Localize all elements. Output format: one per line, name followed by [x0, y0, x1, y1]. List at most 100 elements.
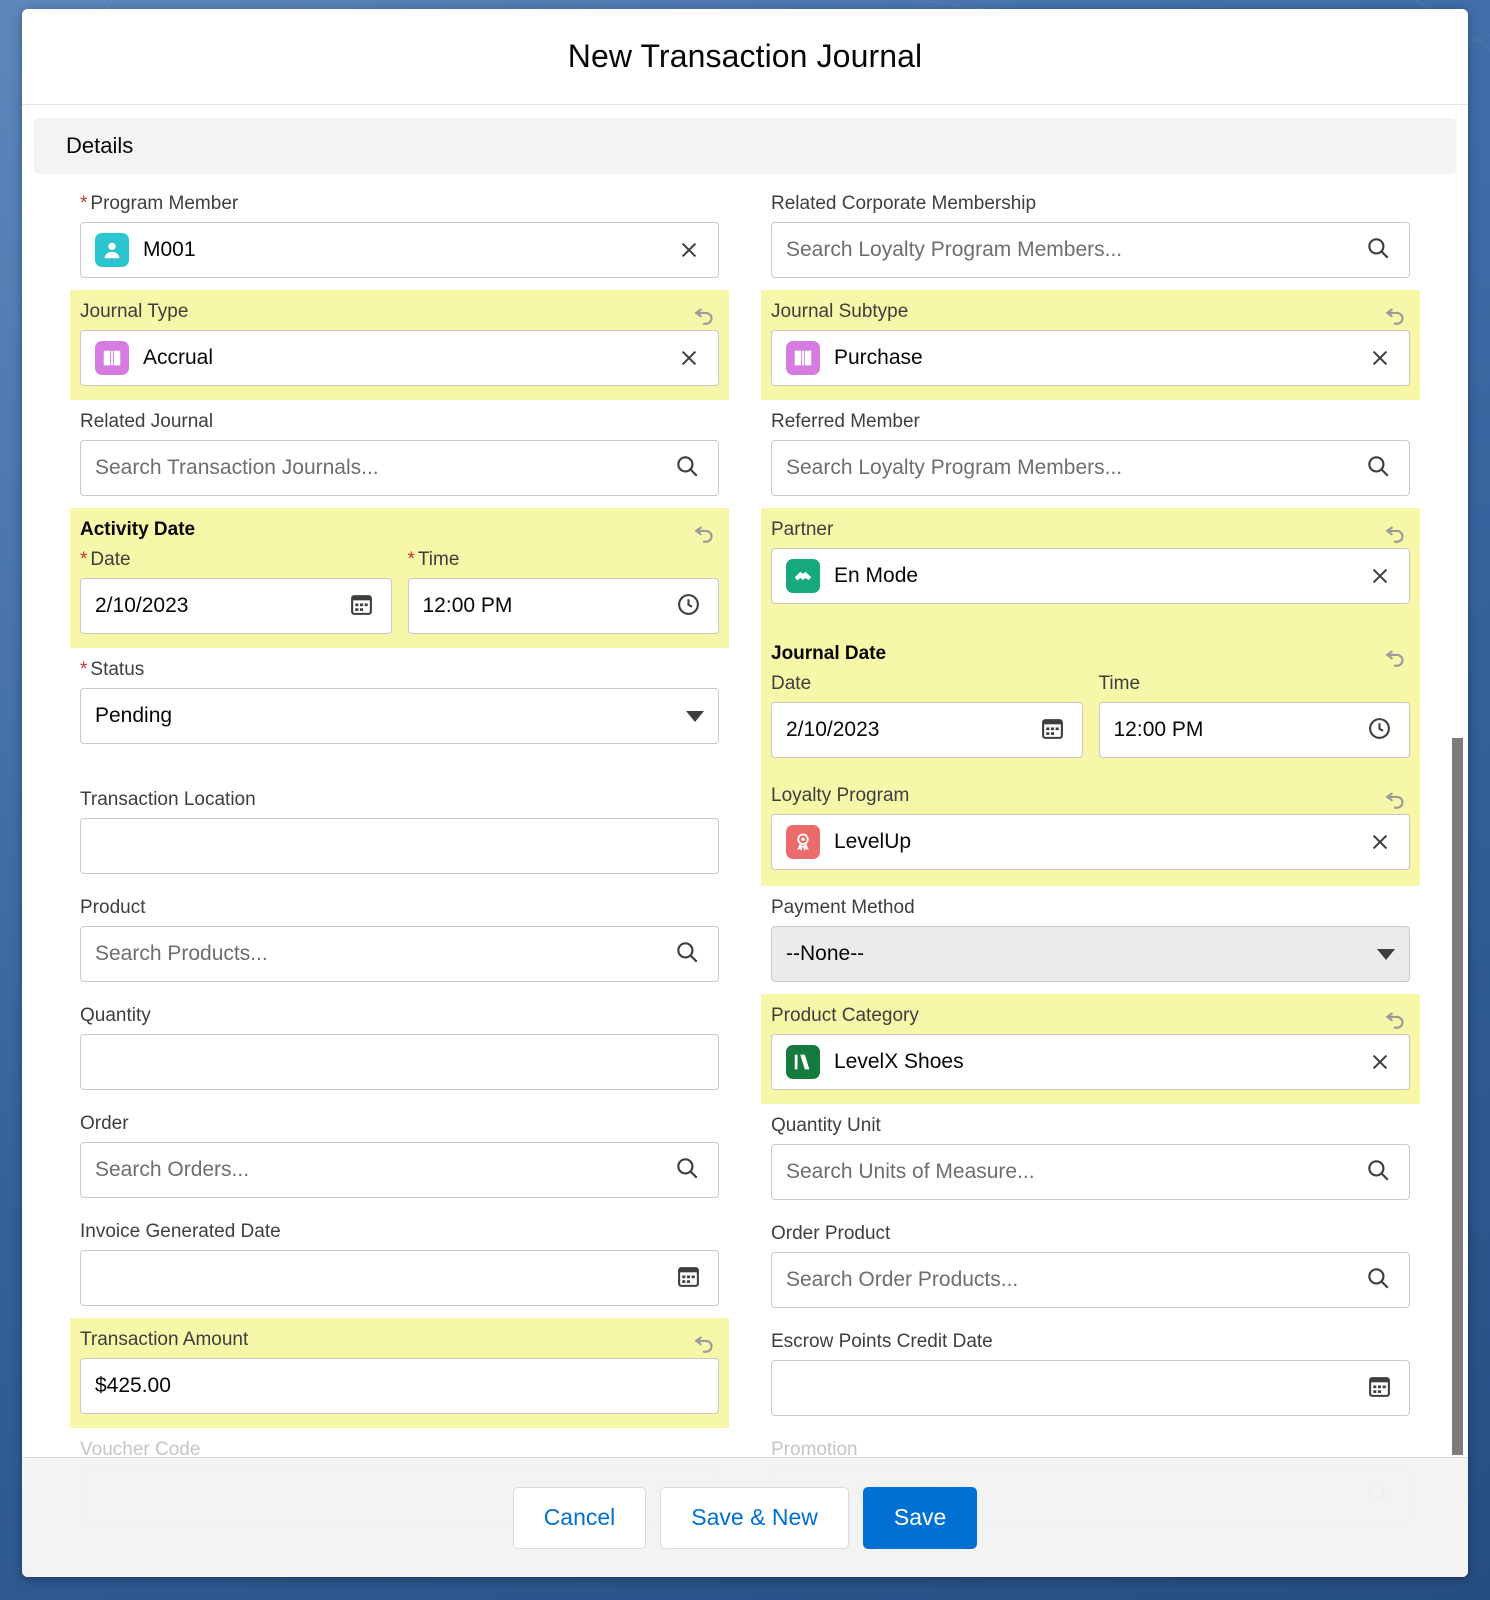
- calendar-icon[interactable]: [676, 1264, 704, 1292]
- label-activity-date-time: * Time: [407, 549, 460, 570]
- label-order: Order: [80, 1113, 129, 1134]
- cancel-button[interactable]: Cancel: [512, 1486, 647, 1549]
- journal-type-input[interactable]: Accrual: [80, 330, 719, 386]
- required-asterisk: *: [80, 549, 88, 570]
- calendar-icon[interactable]: [349, 592, 377, 620]
- field-invoice-generated-date: Invoice Generated Date: [80, 1210, 719, 1318]
- search-icon[interactable]: [674, 939, 704, 969]
- field-related-journal: Related Journal Search Transaction Journ…: [80, 400, 719, 508]
- label-loyalty-program: Loyalty Program: [771, 785, 910, 806]
- calendar-icon[interactable]: [1040, 716, 1068, 744]
- related-journal-placeholder: Search Transaction Journals...: [95, 456, 379, 479]
- modal-header: New Transaction Journal: [22, 9, 1468, 105]
- referred-member-input[interactable]: Search Loyalty Program Members...: [771, 440, 1410, 496]
- journal-book-icon: [95, 341, 129, 375]
- transaction-amount-input[interactable]: $425.00: [80, 1358, 719, 1414]
- clock-icon[interactable]: [1367, 716, 1395, 744]
- clock-icon[interactable]: [676, 592, 704, 620]
- clear-icon[interactable]: [674, 235, 704, 265]
- chevron-down-icon[interactable]: [686, 710, 704, 722]
- label-transaction-amount: Transaction Amount: [80, 1329, 249, 1350]
- field-order-product: Order Product Search Order Products...: [771, 1212, 1410, 1320]
- partner-input[interactable]: En Mode: [771, 548, 1410, 604]
- label-journal-date: Journal Date: [771, 643, 887, 664]
- label-quantity-unit: Quantity Unit: [771, 1115, 881, 1136]
- status-select[interactable]: Pending: [80, 688, 719, 744]
- transaction-amount-value: $425.00: [95, 1374, 171, 1397]
- field-journal-date: Journal Date Date 2/10/2023 Time 12:00 P…: [761, 604, 1420, 758]
- calendar-icon[interactable]: [1367, 1374, 1395, 1402]
- undo-icon[interactable]: [1382, 642, 1410, 670]
- page-title: New Transaction Journal: [567, 38, 923, 74]
- clear-icon[interactable]: [1365, 827, 1395, 857]
- order-input[interactable]: Search Orders...: [80, 1142, 719, 1198]
- label-related-corporate-membership: Related Corporate Membership: [771, 193, 1037, 214]
- search-icon[interactable]: [1365, 1157, 1395, 1187]
- award-ribbon-icon: [786, 825, 820, 859]
- field-transaction-location: Transaction Location: [80, 778, 719, 886]
- clear-icon[interactable]: [1365, 561, 1395, 591]
- payment-method-select[interactable]: --None--: [771, 926, 1410, 982]
- clear-icon[interactable]: [1365, 1047, 1395, 1077]
- product-category-value: LevelX Shoes: [834, 1050, 964, 1073]
- label-invoice-generated-date: Invoice Generated Date: [80, 1221, 281, 1242]
- journal-date-time-input[interactable]: 12:00 PM: [1098, 702, 1410, 758]
- search-icon[interactable]: [1365, 235, 1395, 265]
- label-product: Product: [80, 897, 146, 918]
- invoice-generated-date-input[interactable]: [80, 1250, 719, 1306]
- modal-body: Details * Program Member M001 Journal Ty…: [22, 106, 1468, 1577]
- loyalty-program-input[interactable]: LevelUp: [771, 814, 1410, 870]
- label-transaction-location: Transaction Location: [80, 789, 256, 810]
- journal-date-pair: Date 2/10/2023 Time 12:00 PM: [771, 672, 1410, 758]
- quantity-unit-input[interactable]: Search Units of Measure...: [771, 1144, 1410, 1200]
- undo-icon[interactable]: [1382, 300, 1410, 328]
- field-status: * Status Pending: [80, 648, 719, 756]
- label-journal-type: Journal Type: [80, 301, 189, 322]
- escrow-points-credit-date-input[interactable]: [771, 1360, 1410, 1416]
- undo-icon[interactable]: [691, 518, 719, 546]
- journal-type-value: Accrual: [143, 346, 214, 369]
- form-grid: * Program Member M001 Journal Type Accru…: [22, 174, 1468, 1536]
- activity-date-pair: * Date 2/10/2023 * Time 12:00 PM: [80, 548, 719, 634]
- label-order-product: Order Product: [771, 1223, 891, 1244]
- journal-date-date-value: 2/10/2023: [786, 718, 880, 741]
- undo-icon[interactable]: [691, 1328, 719, 1356]
- transaction-location-input[interactable]: [80, 818, 719, 874]
- product-input[interactable]: Search Products...: [80, 926, 719, 982]
- program-member-input[interactable]: M001: [80, 222, 719, 278]
- activity-date-time-input[interactable]: 12:00 PM: [407, 578, 719, 634]
- field-quantity-unit: Quantity Unit Search Units of Measure...: [771, 1104, 1410, 1212]
- clear-icon[interactable]: [674, 343, 704, 373]
- journal-date-time-value: 12:00 PM: [1113, 718, 1204, 741]
- chevron-down-icon[interactable]: [1377, 948, 1395, 960]
- undo-icon[interactable]: [1382, 1004, 1410, 1032]
- journal-book-icon: [786, 341, 820, 375]
- label-journal-date-time: Time: [1098, 673, 1141, 694]
- journal-subtype-input[interactable]: Purchase: [771, 330, 1410, 386]
- scrollbar-thumb[interactable]: [1452, 738, 1463, 1455]
- search-icon[interactable]: [1365, 453, 1395, 483]
- field-journal-subtype: Journal Subtype Purchase: [761, 290, 1420, 400]
- save-and-new-button[interactable]: Save & New: [660, 1486, 849, 1549]
- field-related-corporate-membership: Related Corporate Membership Search Loya…: [771, 182, 1410, 290]
- order-product-input[interactable]: Search Order Products...: [771, 1252, 1410, 1308]
- vertical-scrollbar[interactable]: [1450, 206, 1464, 1455]
- search-icon[interactable]: [674, 1155, 704, 1185]
- related-corporate-membership-input[interactable]: Search Loyalty Program Members...: [771, 222, 1410, 278]
- undo-icon[interactable]: [1382, 784, 1410, 812]
- undo-icon[interactable]: [691, 300, 719, 328]
- field-loyalty-program: Loyalty Program LevelUp: [761, 758, 1420, 886]
- product-category-input[interactable]: LevelX Shoes: [771, 1034, 1410, 1090]
- quantity-input[interactable]: [80, 1034, 719, 1090]
- undo-icon[interactable]: [1382, 518, 1410, 546]
- field-program-member: * Program Member M001: [80, 182, 719, 290]
- search-icon[interactable]: [674, 453, 704, 483]
- journal-date-date-group: Date 2/10/2023: [771, 672, 1083, 758]
- related-journal-input[interactable]: Search Transaction Journals...: [80, 440, 719, 496]
- loyalty-program-value: LevelUp: [834, 830, 912, 853]
- clear-icon[interactable]: [1365, 343, 1395, 373]
- activity-date-date-input[interactable]: 2/10/2023: [80, 578, 392, 634]
- search-icon[interactable]: [1365, 1265, 1395, 1295]
- save-button[interactable]: Save: [862, 1486, 978, 1549]
- journal-date-date-input[interactable]: 2/10/2023: [771, 702, 1083, 758]
